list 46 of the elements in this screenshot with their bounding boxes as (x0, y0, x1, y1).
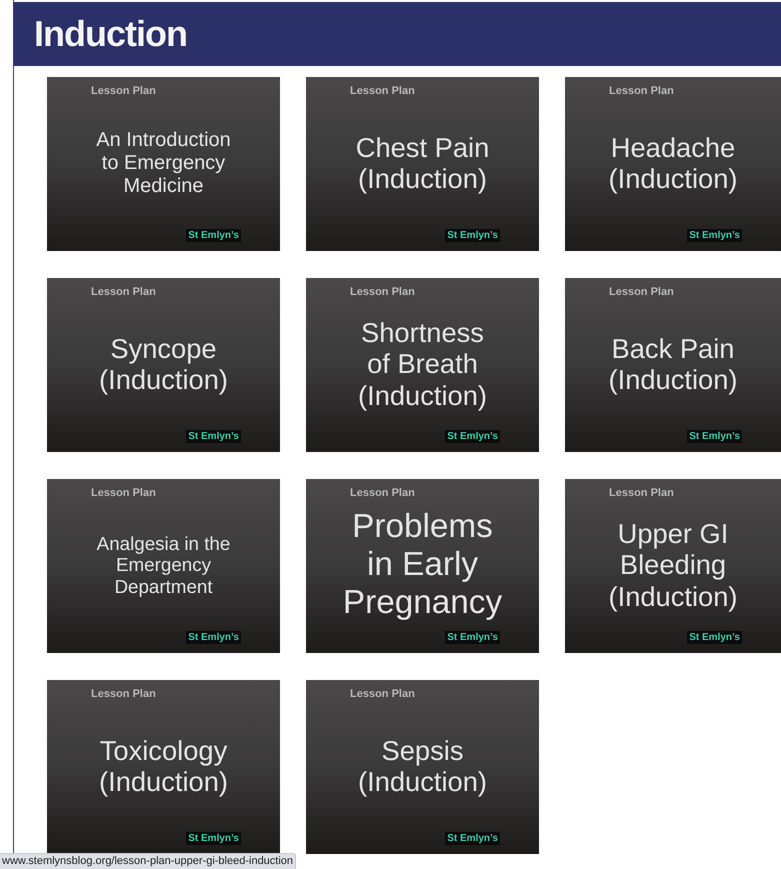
lesson-plan-label: Lesson Plan (609, 285, 674, 299)
lesson-plan-label: Lesson Plan (91, 687, 156, 701)
lesson-plan-card[interactable]: Lesson Plan Headache (Induction) St Emlyn’s (565, 77, 781, 251)
lesson-plan-card[interactable]: Lesson Plan Syncope (Induction) St Emlyn’s (47, 278, 280, 452)
card-title: Syncope (Induction) (99, 332, 228, 396)
brand-label: St Emlyn’s (687, 229, 742, 242)
brand-label: St Emlyn’s (186, 430, 241, 443)
card-title: An Introduction to Emergency Medicine (96, 128, 231, 198)
lesson-plan-card[interactable]: Lesson Plan An Introduction to Emergency Medicine St Emlyn’s (47, 77, 280, 251)
brand-label: St Emlyn’s (687, 631, 742, 644)
lesson-plan-label: Lesson Plan (609, 486, 674, 500)
card-title: Back Pain (Induction) (608, 332, 738, 396)
lesson-plan-card[interactable]: Lesson Plan Toxicology (Induction) St Emlyn’s (47, 680, 280, 854)
lesson-plan-card[interactable]: Lesson Plan Shortness of Breath (Induction) St Emlyn’s (306, 278, 539, 452)
card-title: Toxicology (Induction) (99, 734, 228, 798)
brand-label: St Emlyn’s (445, 631, 500, 644)
card-title: Headache (Induction) (608, 132, 738, 194)
card-title: Shortness of Breath (Induction) (358, 316, 487, 412)
lesson-plan-card[interactable]: Lesson Plan Upper GI Bleeding (Induction) St Emlyn’s (565, 479, 781, 653)
lesson-plan-card[interactable]: Lesson Plan Chest Pain (Induction) St Emlyn’s (306, 77, 539, 251)
lesson-plan-label: Lesson Plan (350, 84, 415, 98)
card-title: Chest Pain (Induction) (356, 132, 490, 194)
brand-label: St Emlyn’s (445, 229, 500, 242)
card-title: Problems in Early Pregnancy (342, 508, 502, 622)
brand-label: St Emlyn’s (186, 832, 241, 845)
lesson-plan-label: Lesson Plan (91, 285, 156, 299)
lesson-plan-label: Lesson Plan (609, 84, 674, 98)
brand-label: St Emlyn’s (445, 430, 500, 443)
lesson-plan-card[interactable]: Lesson Plan Analgesia in the Emergency Department St Emlyn’s (47, 479, 280, 653)
brand-label: St Emlyn’s (186, 229, 241, 242)
lesson-plan-card[interactable]: Lesson Plan Sepsis (Induction) St Emlyn’s (306, 680, 539, 854)
lesson-plan-label: Lesson Plan (350, 285, 415, 299)
brand-label: St Emlyn’s (687, 430, 742, 443)
lesson-plan-label: Lesson Plan (91, 84, 156, 98)
lesson-plan-label: Lesson Plan (350, 486, 415, 500)
card-title: Upper GI Bleeding (Induction) (608, 518, 738, 612)
lesson-plan-label: Lesson Plan (350, 687, 415, 701)
brand-label: St Emlyn’s (186, 631, 241, 644)
status-bar-url: www.stemlynsblog.org/lesson-plan-upper-gi-bleed-induction (0, 853, 296, 869)
lesson-plan-card[interactable]: Lesson Plan Problems in Early Pregnancy St Emlyn’s (306, 479, 539, 653)
page-title: Induction (34, 16, 187, 52)
lesson-plan-card[interactable]: Lesson Plan Back Pain (Induction) St Emlyn’s (565, 278, 781, 452)
card-title: Analgesia in the Emergency Department (96, 532, 230, 598)
lesson-plan-label: Lesson Plan (91, 486, 156, 500)
card-title: Sepsis (Induction) (358, 734, 487, 798)
brand-label: St Emlyn’s (445, 832, 500, 845)
